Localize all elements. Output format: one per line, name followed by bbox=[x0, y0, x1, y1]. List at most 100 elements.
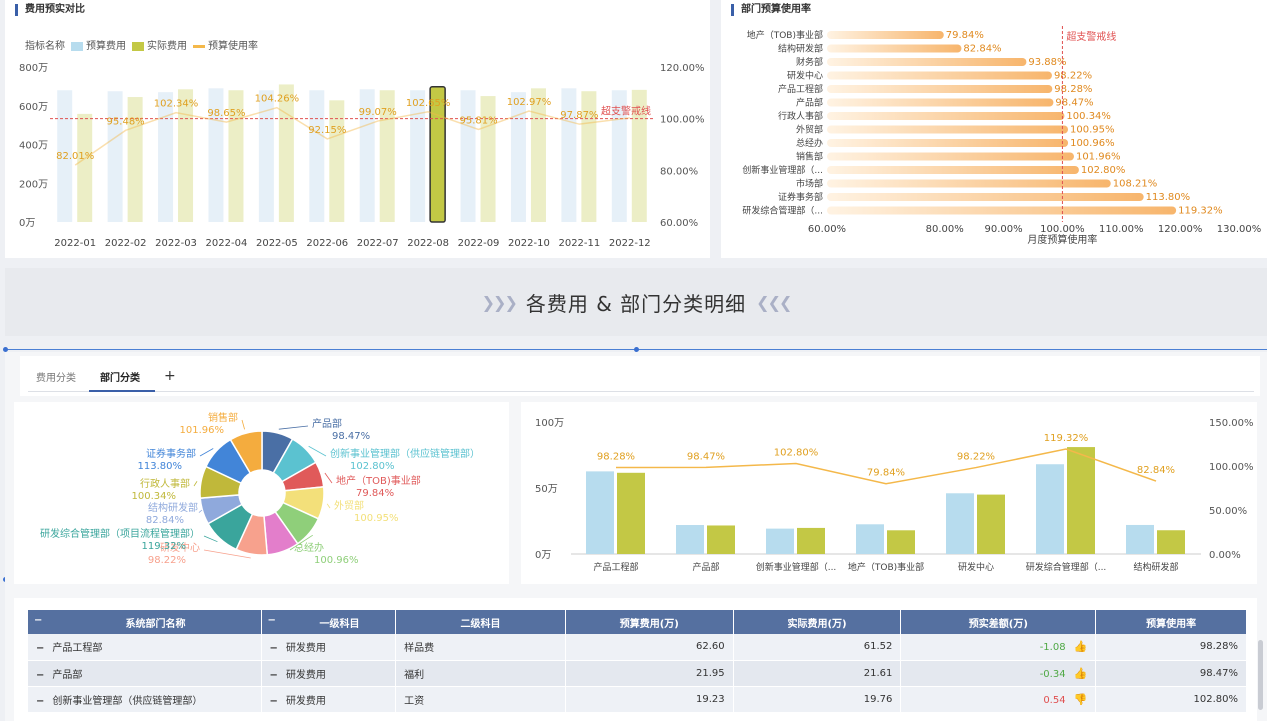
pie-leader bbox=[326, 503, 331, 509]
dept-rate-label: 82.84% bbox=[963, 44, 1001, 55]
dept-label: 产品工程部 bbox=[778, 83, 823, 95]
y-tick-label: 0万 bbox=[19, 218, 35, 229]
header-actual[interactable]: 实际费用(万) bbox=[733, 610, 902, 634]
budget-bar bbox=[460, 90, 476, 222]
x-tick-label: 60.00% bbox=[808, 224, 846, 235]
tab-expense-category[interactable]: 费用分类 bbox=[36, 369, 76, 384]
cell-l1[interactable]: − 研发费用 bbox=[261, 660, 397, 687]
x-tick-label: 100.00% bbox=[1040, 224, 1085, 235]
rate-label: 98.22% bbox=[957, 452, 995, 463]
budget-bar bbox=[586, 471, 614, 554]
dept-label: 研发中心 bbox=[787, 70, 823, 82]
pie-slice-value: 100.34% bbox=[132, 491, 177, 502]
table-row[interactable]: − 创新事业管理部（供应链管理部） − 研发费用 工资 19.23 19.76 0.54 👎 10… bbox=[28, 686, 1247, 713]
table-row[interactable]: − 产品部 − 研发费用 福利 21.95 21.61 -0.34 👍 98.47% bbox=[28, 660, 1247, 687]
header-dept[interactable]: − 系统部门名称 bbox=[28, 610, 262, 634]
header-rate[interactable]: 预算使用率 bbox=[1095, 610, 1247, 634]
table-scrollbar[interactable] bbox=[1258, 640, 1263, 710]
x-tick-label: 结构研发部 bbox=[1133, 561, 1178, 573]
header-budget[interactable]: 预算费用(万) bbox=[565, 610, 734, 634]
x-tick-label: 研发中心 bbox=[958, 561, 994, 573]
dept-rate-bar bbox=[827, 85, 1053, 93]
pie-slice-value: 79.84% bbox=[356, 488, 394, 499]
dept-rate-chart[interactable]: 地产（TOB)事业部 79.84% 结构研发部 82.84% 财务部 93.88% 研发中心… bbox=[721, 0, 1267, 258]
actual-bar bbox=[1067, 447, 1095, 554]
budget-bar bbox=[946, 493, 974, 554]
tab-dept-category[interactable]: 部门分类 bbox=[100, 369, 140, 384]
pie-slice-value: 102.80% bbox=[350, 461, 395, 472]
actual-bar bbox=[797, 527, 825, 554]
x-tick-label: 110.00% bbox=[1099, 224, 1144, 235]
rate-label: 98.65% bbox=[207, 108, 245, 119]
collapse-icon[interactable]: − bbox=[270, 643, 278, 654]
actual-bar bbox=[530, 88, 546, 222]
cell-l1[interactable]: − 研发费用 bbox=[261, 686, 397, 713]
actual-bar bbox=[617, 472, 645, 554]
pie-leader bbox=[199, 448, 214, 457]
dept-pie-chart[interactable]: 产品部98.47% 创新事业管理部（供应链管理部）102.80% 地产（TOB)事业… bbox=[14, 402, 509, 584]
cell-rate: 102.80% bbox=[1095, 686, 1247, 713]
y2-tick-label: 60.00% bbox=[660, 218, 698, 229]
budget-actual-chart[interactable]: 0万 200万 400万 600万 800万 60.00% 80.00% 100.00% 120… bbox=[5, 0, 710, 258]
header-l2[interactable]: 二级科目 bbox=[395, 610, 566, 634]
x-tick-label: 2022-12 bbox=[609, 238, 651, 249]
collapse-icon[interactable]: − bbox=[36, 643, 44, 654]
dept-rate-bar bbox=[827, 179, 1111, 188]
header-diff[interactable]: 预实差额(万) bbox=[900, 610, 1097, 634]
dept-rate-bar bbox=[827, 139, 1069, 147]
collapse-icon[interactable]: − bbox=[270, 670, 278, 681]
x-tick-label: 2022-08 bbox=[407, 238, 449, 249]
dept-rate-label: 102.80% bbox=[1081, 165, 1126, 176]
cell-l2: 工资 bbox=[395, 686, 566, 713]
y2-tick-label: 120.00% bbox=[660, 63, 705, 74]
collapse-icon[interactable]: − bbox=[270, 696, 278, 707]
cell-rate: 98.47% bbox=[1095, 660, 1247, 687]
cell-diff: -1.08 👍 bbox=[900, 634, 1097, 661]
table-row[interactable]: − 产品工程部 − 研发费用 样品费 62.60 61.52 -1.08 👍 98.28% bbox=[28, 634, 1247, 661]
rate-label: 79.84% bbox=[867, 468, 905, 479]
add-tab-button[interactable]: + bbox=[164, 368, 176, 384]
actual-bar bbox=[977, 494, 1005, 554]
cell-dept[interactable]: − 产品部 bbox=[28, 660, 262, 687]
rate-label: 82.01% bbox=[56, 151, 94, 162]
dept-label: 地产（TOB)事业部 bbox=[747, 29, 823, 41]
dept-rate-bar bbox=[827, 44, 962, 53]
rate-label: 98.28% bbox=[597, 452, 635, 463]
actual-bar bbox=[887, 530, 915, 554]
pie-slice-name: 产品部 bbox=[312, 417, 342, 430]
dept-combo-chart[interactable]: 0万 50万 100万 0.00% 50.00% 100.00% 150.00% 产品工程部 产… bbox=[521, 402, 1257, 584]
dept-label: 行政人事部 bbox=[778, 110, 823, 122]
pie-slice-name: 结构研发部 bbox=[148, 501, 198, 514]
dept-combo-panel: 0万 50万 100万 0.00% 50.00% 100.00% 150.00% 产品工程部 产… bbox=[521, 402, 1257, 584]
budget-vs-actual-panel: 费用预实对比 指标名称 预算费用 实际费用 预算使用率 0万 200万 400万 60… bbox=[5, 0, 710, 258]
cell-budget: 19.23 bbox=[565, 686, 734, 713]
dept-label: 研发综合管理部（... bbox=[742, 205, 823, 217]
table-header-row: − 系统部门名称 − 一级科目 二级科目 预算费用(万) 实际费用(万) 预实差额(… bbox=[28, 610, 1247, 634]
budget-bar bbox=[410, 90, 426, 222]
dept-rate-bar bbox=[827, 98, 1054, 107]
budget-bar bbox=[1036, 464, 1064, 554]
pie-slice-value: 98.22% bbox=[148, 555, 186, 566]
pie-slice-value: 113.80% bbox=[138, 461, 183, 472]
dept-rate-label: 98.47% bbox=[1055, 98, 1093, 109]
cell-dept[interactable]: − 创新事业管理部（供应链管理部） bbox=[28, 686, 262, 713]
pie-leader bbox=[241, 419, 245, 430]
thumbs-up-icon: 👍 bbox=[1073, 666, 1088, 680]
warn-line-label: 超支警戒线 bbox=[1066, 30, 1116, 43]
pie-slice-name: 总经办 bbox=[294, 541, 324, 554]
collapse-icon[interactable]: − bbox=[36, 670, 44, 681]
header-l1[interactable]: − 一级科目 bbox=[261, 610, 397, 634]
rate-label: 119.32% bbox=[1044, 433, 1089, 444]
banner-left-arrows: ❯❯❯ bbox=[481, 292, 518, 312]
x-tick-label: 研发综合管理部（... bbox=[1026, 561, 1107, 573]
y2-tick-label: 0.00% bbox=[1209, 550, 1241, 561]
dept-rate-label: 108.21% bbox=[1113, 179, 1158, 190]
rate-label: 102.97% bbox=[507, 97, 552, 108]
pie-leader bbox=[324, 472, 333, 484]
thumbs-up-icon: 👍 bbox=[1073, 640, 1088, 654]
collapse-icon[interactable]: − bbox=[36, 696, 44, 707]
x-tick-label: 2022-01 bbox=[54, 238, 96, 249]
cell-l1[interactable]: − 研发费用 bbox=[261, 634, 397, 661]
cell-dept[interactable]: − 产品工程部 bbox=[28, 634, 262, 661]
rate-label: 98.47% bbox=[687, 451, 725, 462]
